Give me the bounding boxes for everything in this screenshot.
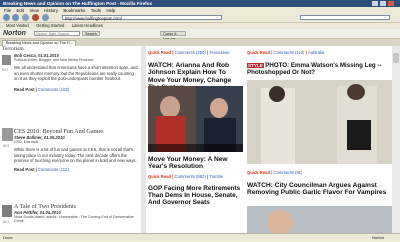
menu-tools[interactable]: Tools (91, 8, 101, 13)
forward-icon[interactable] (12, 14, 19, 21)
menu-edit[interactable]: Edit (16, 8, 24, 13)
vertical-scrollbar[interactable] (392, 46, 400, 233)
blog-excerpt: We all understand that Americans have a … (14, 65, 138, 82)
scrollbar-thumb[interactable] (393, 53, 399, 63)
blog-author-role: Political Writer, Blogger, and New Media… (14, 58, 94, 62)
norton-logo: Norton (3, 30, 26, 37)
avatar (2, 55, 11, 65)
bio-link[interactable]: BIO (2, 68, 8, 72)
blog-author-role: Nova Scotia-based, author, 'Unbearable -… (14, 215, 134, 223)
quick-read-link[interactable]: Quick Read (148, 174, 171, 179)
read-post-row: Read Post | Comments (112) (14, 166, 69, 172)
menu-bookmarks[interactable]: Bookmarks (63, 8, 85, 13)
style-badge: STYLE (247, 63, 264, 68)
blog-title[interactable]: CES 2010: Beyond Fun And Games (14, 128, 138, 135)
address-bar[interactable]: http://www.huffingtonpost.com/ (62, 14, 222, 21)
close-icon[interactable] (388, 1, 394, 6)
style-headline-row: STYLE PHOTO: Emma Watson's Missing Leg -… (247, 62, 392, 77)
comments-link[interactable]: Comments (582) (175, 174, 206, 179)
middle-column: Quick Read | Comments (250) | Tennessee … (148, 46, 243, 233)
headline-link[interactable]: GOP Facing More Retirements Than Dems In… (148, 185, 243, 207)
avatar (2, 128, 13, 141)
page-content: Terrorism BIO Bob Cesca, 01.01.2010 Poli… (0, 46, 400, 233)
comments-link[interactable]: Comments (102) (38, 87, 69, 92)
nav-toolbar: http://www.huffingtonpost.com/ (0, 13, 400, 23)
headline-link[interactable]: Move Your Money: A New Year's Resolution (148, 156, 243, 171)
quick-read-link[interactable]: Quick Read (247, 170, 270, 175)
avatar (2, 205, 12, 217)
window-titlebar: Breaking News and Opinion on The Huffing… (0, 0, 400, 7)
home-icon[interactable] (42, 14, 49, 21)
blog-author-role: CEO, Microsoft (14, 140, 39, 144)
menu-help[interactable]: Help (106, 8, 115, 13)
story-photo[interactable] (247, 80, 392, 164)
source-link[interactable]: Australia (308, 50, 324, 55)
bio-link[interactable]: BIO (3, 220, 9, 224)
comments-link[interactable]: Comments (112) (38, 167, 69, 172)
minimize-icon[interactable] (372, 1, 378, 6)
source-link[interactable]: Tennessee (209, 50, 229, 55)
norton-search-button[interactable]: Search (82, 31, 101, 36)
dress-image (347, 120, 371, 150)
cards-logins-button[interactable]: Cards & Log-ins (160, 31, 186, 41)
comments-link[interactable]: Comments (250) (175, 50, 206, 55)
video-caption-bar (148, 144, 243, 152)
bio-link[interactable]: BIO (3, 144, 9, 148)
maximize-icon[interactable] (380, 1, 386, 6)
blog-column: Terrorism BIO Bob Cesca, 01.01.2010 Poli… (0, 46, 140, 233)
menu-view[interactable]: View (29, 8, 38, 13)
blog-excerpt: While there is a lot of fun and games at… (14, 147, 137, 164)
read-post-row: Read Post | Comments (102) (14, 86, 70, 92)
read-post-link[interactable]: Read Post (14, 87, 34, 92)
norton-toolbar: Norton Norton Safe Search Search Cards &… (0, 29, 400, 41)
headline-link[interactable]: PHOTO: Emma Watson's Missing Leg -- Phot… (247, 62, 382, 76)
quick-read-row: Quick Read | Comments (91) (247, 170, 303, 175)
quick-read-link[interactable]: Quick Read (148, 50, 171, 55)
quick-read-link[interactable]: Quick Read (247, 50, 270, 55)
quick-read-row: Quick Read | Comments (250) | Tennessee (148, 50, 230, 55)
video-thumbnail[interactable] (148, 86, 243, 152)
stop-icon[interactable] (32, 14, 39, 21)
tab-bar: Breaking News and Opinion on The H... (0, 39, 400, 46)
headline-link[interactable]: WATCH: City Councilman Argues Against Re… (247, 182, 392, 197)
story-photo[interactable] (247, 206, 392, 233)
window-title: Breaking News and Opinion on The Huffing… (3, 1, 153, 6)
norton-search-input[interactable]: Norton Safe Search (34, 31, 80, 36)
face-image (267, 210, 293, 233)
quick-read-row: Quick Read | Comments (582) | Tumble (148, 174, 224, 179)
column-divider (141, 46, 146, 233)
hair-image (269, 86, 285, 102)
blog-title-fragment[interactable]: Terrorism (2, 46, 138, 52)
reload-icon[interactable] (22, 14, 29, 21)
quick-read-row: Quick Read | Comments (110) | Australia (247, 50, 325, 55)
hair-image (347, 84, 365, 100)
face-image (210, 98, 228, 118)
menu-history[interactable]: History (44, 8, 58, 13)
read-post-link[interactable]: Read Post (14, 167, 34, 172)
menu-file[interactable]: File (4, 8, 11, 13)
face-image (160, 96, 180, 118)
comments-link[interactable]: Comments (91) (274, 170, 303, 175)
back-icon[interactable] (3, 14, 10, 21)
comments-link[interactable]: Comments (110) (274, 50, 305, 55)
web-search-input[interactable] (300, 14, 390, 20)
blog-title[interactable]: A Tale of Two Presidents (14, 203, 138, 210)
right-column: Quick Read | Comments (110) | Australia … (247, 46, 392, 233)
tumble-link[interactable]: Tumble (209, 174, 223, 179)
